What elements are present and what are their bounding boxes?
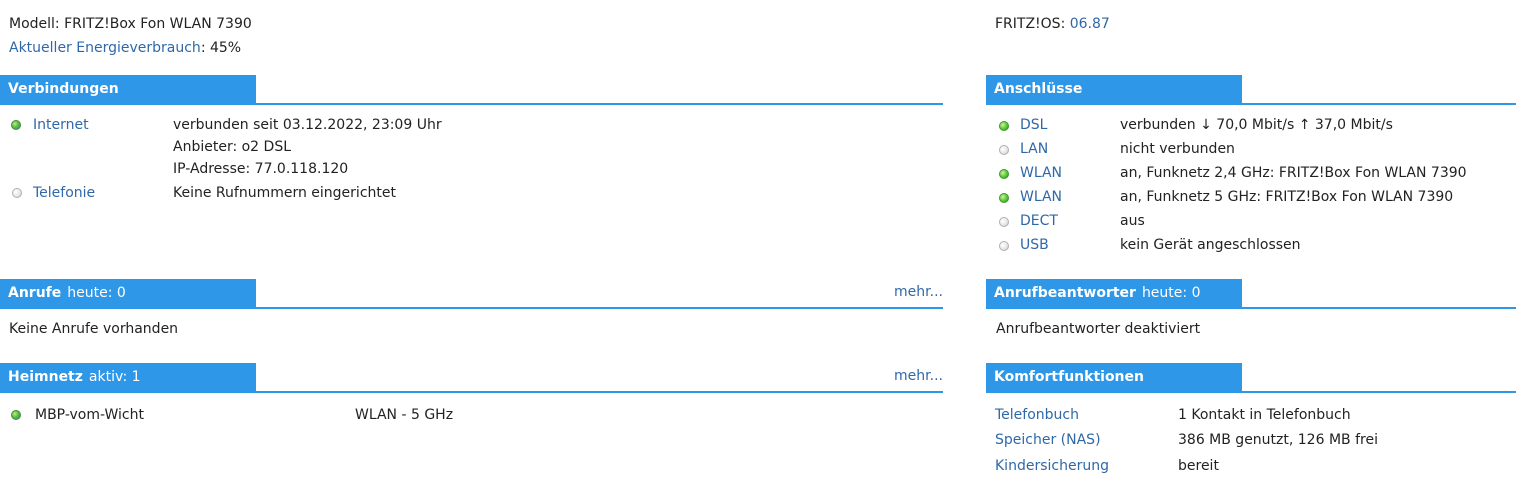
device-name[interactable]: MBP-vom-Wicht [35,407,144,423]
usb-status-icon [999,241,1009,251]
anschluss-dsl-link[interactable]: DSL [1020,117,1047,133]
internet-provider: Anbieter: o2 DSL [173,139,292,155]
anschluss-wlan5-value: an, Funknetz 5 GHz: FRITZ!Box Fon WLAN 7… [1120,189,1454,205]
anrufe-title: Anrufe [8,285,62,301]
anschluss-usb-value: kein Gerät angeschlossen [1120,237,1301,253]
section-anschluesse: Anschlüsse [986,75,1516,105]
section-title-anschluesse[interactable]: Anschlüsse [986,75,1242,103]
model-info: Modell: FRITZ!Box Fon WLAN 7390 [9,16,252,32]
heimnetz-count: aktiv: 1 [88,369,141,385]
anschluss-wlan24-value: an, Funknetz 2,4 GHz: FRITZ!Box Fon WLAN… [1120,165,1467,181]
internet-link[interactable]: Internet [33,117,89,133]
anschluss-dsl-value: verbunden ↓ 70,0 Mbit/s ↑ 37,0 Mbit/s [1120,117,1393,133]
telefonie-status: Keine Rufnummern eingerichtet [173,185,396,201]
wlan24-status-icon [999,169,1009,179]
heimnetz-title: Heimnetz [8,369,83,385]
telefonie-link[interactable]: Telefonie [33,185,95,201]
section-rule [0,391,943,393]
os-info: FRITZ!OS: 06.87 [995,16,1110,32]
section-rule [0,103,943,105]
section-heimnetz: Heimnetz aktiv: 1 mehr... [0,363,943,393]
anrufe-empty-text: Keine Anrufe vorhanden [9,321,179,337]
heimnetz-more-link[interactable]: mehr... [894,368,943,384]
model-value: FRITZ!Box Fon WLAN 7390 [64,16,252,32]
telefonie-status-icon [12,188,22,198]
komfort-kindersicherung-value: bereit [1178,458,1219,474]
komfort-kindersicherung-link[interactable]: Kindersicherung [995,458,1109,474]
komfort-nas-value: 386 MB genutzt, 126 MB frei [1178,432,1378,448]
section-komfortfunktionen: Komfortfunktionen [986,363,1516,393]
anrufe-more-link[interactable]: mehr... [894,284,943,300]
komfort-nas-link[interactable]: Speicher (NAS) [995,432,1101,448]
section-verbindungen: Verbindungen [0,75,943,105]
komfort-telefonbuch-link[interactable]: Telefonbuch [995,407,1079,423]
energy-value: : 45% [200,40,242,56]
section-rule [986,103,1516,105]
komfort-title: Komfortfunktionen [994,369,1144,385]
anrufbeantworter-count: heute: 0 [1141,285,1201,301]
anschluesse-title: Anschlüsse [994,81,1083,97]
section-title-heimnetz[interactable]: Heimnetz aktiv: 1 [0,363,256,391]
internet-ip: IP-Adresse: 77.0.118.120 [173,161,349,177]
energy-link[interactable]: Aktueller Energieverbrauch [9,40,201,56]
wlan5-status-icon [999,193,1009,203]
os-label: FRITZ!OS: [995,16,1066,32]
anschluss-lan-link[interactable]: LAN [1020,141,1048,157]
os-version-link[interactable]: 06.87 [1070,16,1110,32]
energy-info: Aktueller Energieverbrauch: 45% [9,40,241,56]
device-globe-icon [11,410,21,420]
anschluss-usb-link[interactable]: USB [1020,237,1049,253]
anschluss-wlan5-link[interactable]: WLAN [1020,189,1062,205]
section-title-komfortfunktionen[interactable]: Komfortfunktionen [986,363,1242,391]
section-rule [986,307,1516,309]
anrufe-count: heute: 0 [67,285,126,301]
anschluss-wlan24-link[interactable]: WLAN [1020,165,1062,181]
internet-globe-icon [11,120,21,130]
komfort-telefonbuch-value: 1 Kontakt in Telefonbuch [1178,407,1351,423]
anrufbeantworter-status-text: Anrufbeantworter deaktiviert [996,321,1201,337]
section-title-anrufe[interactable]: Anrufe heute: 0 [0,279,256,307]
section-title-anrufbeantworter[interactable]: Anrufbeantworter heute: 0 [986,279,1242,307]
anschluss-dect-link[interactable]: DECT [1020,213,1058,229]
anschluss-dect-value: aus [1120,213,1145,229]
section-rule [0,307,943,309]
section-anrufbeantworter: Anrufbeantworter heute: 0 [986,279,1516,309]
anrufbeantworter-title: Anrufbeantworter [994,285,1136,301]
verbindungen-title: Verbindungen [8,81,119,97]
section-anrufe: Anrufe heute: 0 mehr... [0,279,943,309]
device-connection: WLAN - 5 GHz [355,407,454,423]
dsl-status-icon [999,121,1009,131]
model-label: Modell: [9,16,60,32]
anschluss-lan-value: nicht verbunden [1120,141,1235,157]
section-rule [986,391,1516,393]
internet-status: verbunden seit 03.12.2022, 23:09 Uhr [173,117,442,133]
section-title-verbindungen[interactable]: Verbindungen [0,75,256,103]
lan-status-icon [999,145,1009,155]
dect-status-icon [999,217,1009,227]
